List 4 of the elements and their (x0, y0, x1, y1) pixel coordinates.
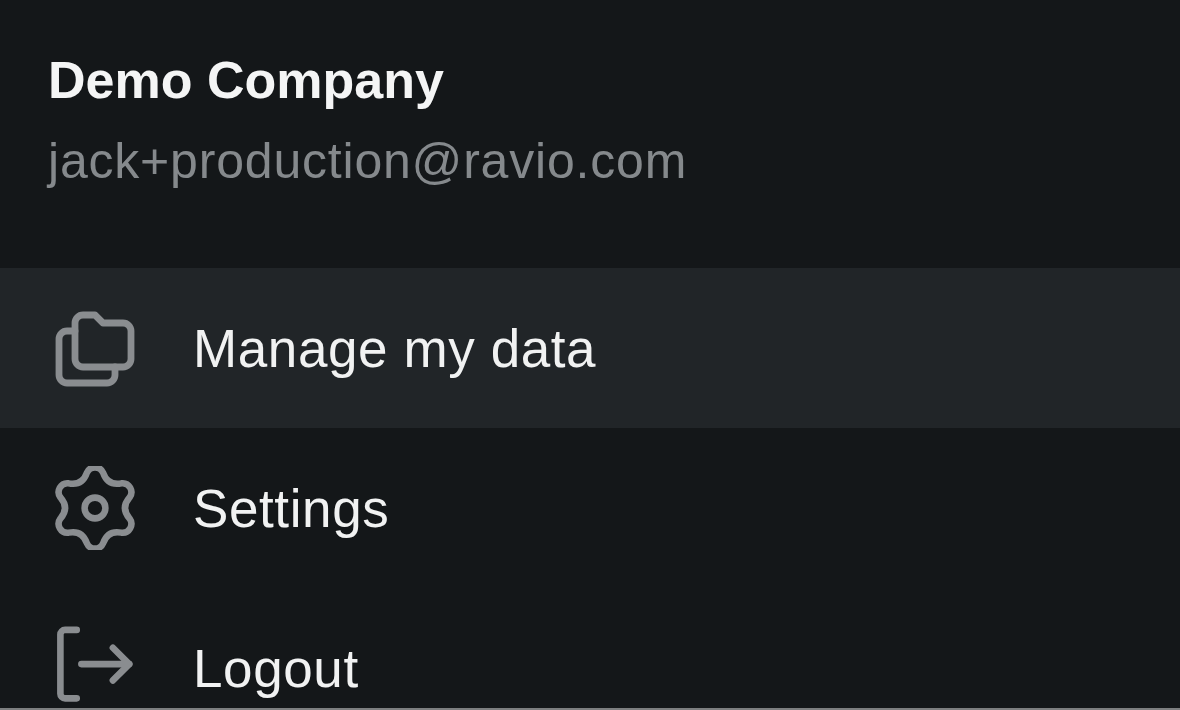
menu-item[interactable]: Manage my data (0, 268, 1180, 428)
account-email: jack+production@ravio.com (48, 132, 689, 191)
settings-icon (55, 466, 135, 550)
company-name: Demo Company (48, 50, 445, 110)
